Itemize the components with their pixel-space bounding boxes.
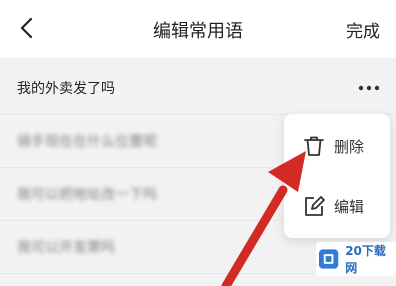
more-button[interactable] xyxy=(358,78,380,98)
edit-label: 编辑 xyxy=(334,198,365,216)
list-item[interactable]: 我的外卖发了吗 xyxy=(0,62,396,115)
watermark: 20下载网 xyxy=(316,242,396,276)
list-item-text: 骑手现在在什么位置呢 xyxy=(17,134,157,150)
more-horizontal-icon xyxy=(358,85,380,91)
page-title: 编辑常用语 xyxy=(153,21,243,42)
watermark-text: 20下载网 xyxy=(345,244,386,275)
site-logo-icon xyxy=(318,249,339,269)
top-bar: 编辑常用语 完成 xyxy=(0,0,396,58)
list-item-text: 我可以把地址改一下吗 xyxy=(17,187,157,203)
trash-icon xyxy=(302,134,326,158)
list-item-text: 我可以开发票吗 xyxy=(17,240,115,256)
edit-menu-item[interactable]: 编辑 xyxy=(284,176,390,236)
list-item-text: 我的外卖发了吗 xyxy=(17,81,115,97)
delete-menu-item[interactable]: 删除 xyxy=(284,116,390,176)
action-menu: 删除 编辑 xyxy=(284,114,390,238)
done-button[interactable]: 完成 xyxy=(346,17,380,42)
edit-icon xyxy=(302,194,326,218)
delete-label: 删除 xyxy=(334,138,365,156)
